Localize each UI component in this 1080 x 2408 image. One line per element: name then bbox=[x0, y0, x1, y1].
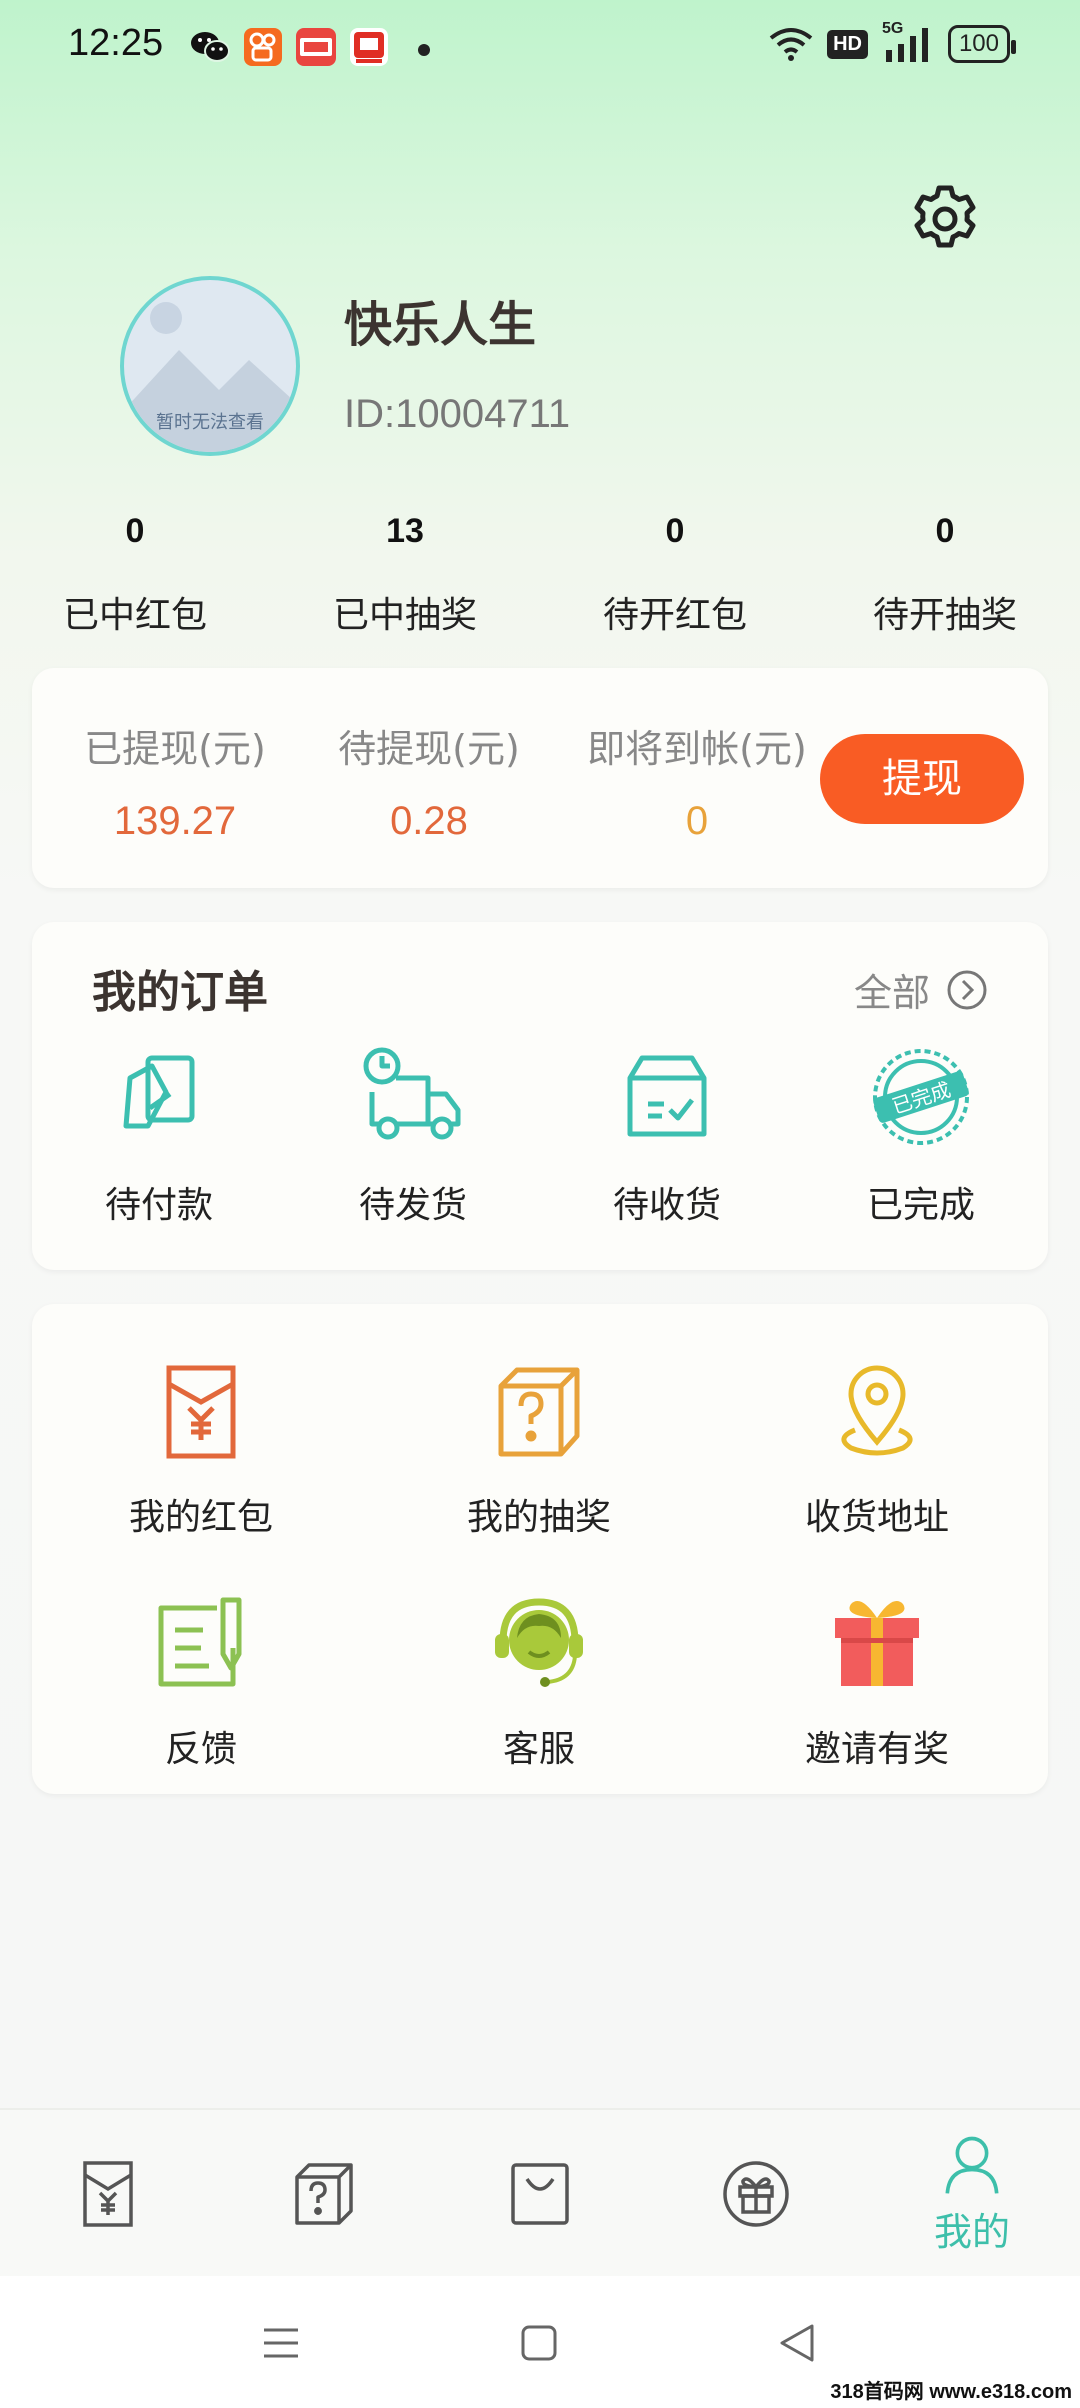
wallet-label: 已提现(元) bbox=[84, 727, 266, 771]
payment-card-icon bbox=[123, 1055, 195, 1129]
status-indicators: HD 5G 100 bbox=[769, 20, 1017, 64]
tab-lottery[interactable] bbox=[216, 2110, 432, 2278]
service-invite-rewards[interactable]: 邀请有奖 bbox=[708, 1594, 1046, 1772]
pending-withdraw-amount: 待提现(元) 0.28 bbox=[304, 718, 554, 844]
tab-bar: 我的 bbox=[0, 2108, 1080, 2276]
order-label: 待付款 bbox=[104, 1185, 213, 1226]
mystery-box-icon bbox=[498, 1367, 580, 1457]
menu-icon[interactable] bbox=[246, 2308, 316, 2378]
tab-profile[interactable]: 我的 bbox=[864, 2110, 1080, 2278]
notification-dot bbox=[418, 44, 430, 56]
gift-icon bbox=[835, 1601, 919, 1686]
service-label: 反馈 bbox=[164, 1729, 237, 1770]
red-envelope-icon bbox=[166, 1365, 236, 1459]
battery-indicator: 100 bbox=[947, 25, 1017, 63]
order-pending-payment[interactable]: 待付款 bbox=[32, 1042, 286, 1228]
settings-gear-icon[interactable] bbox=[908, 182, 982, 256]
pinduoduo-icon bbox=[350, 28, 388, 66]
orders-view-all[interactable]: 全部 bbox=[854, 962, 988, 1017]
order-label: 待发货 bbox=[358, 1185, 467, 1226]
stat-label: 待开抽奖 bbox=[872, 595, 1017, 636]
service-label: 收货地址 bbox=[804, 1497, 949, 1538]
wechat-icon bbox=[191, 32, 230, 62]
stat-won-red-packets[interactable]: 0 已中红包 bbox=[0, 512, 270, 642]
package-box-icon bbox=[627, 1055, 707, 1137]
back-triangle-icon[interactable] bbox=[762, 2308, 832, 2378]
delivery-truck-icon bbox=[363, 1047, 461, 1140]
mystery-box-tab-icon bbox=[295, 2163, 353, 2225]
orders-all-label: 全部 bbox=[854, 971, 931, 1015]
stat-pending-red-packets[interactable]: 0 待开红包 bbox=[540, 512, 810, 642]
withdraw-button[interactable]: 提现 bbox=[820, 734, 1024, 824]
order-label: 待收货 bbox=[612, 1185, 721, 1226]
service-label: 邀请有奖 bbox=[804, 1729, 949, 1770]
gift-tab-icon bbox=[723, 2161, 789, 2227]
hd-badge: HD bbox=[827, 29, 868, 59]
order-completed[interactable]: 已完成 已完成 bbox=[794, 1042, 1048, 1228]
service-shipping-address[interactable]: 收货地址 bbox=[708, 1362, 1046, 1540]
avatar[interactable]: 暂时无法查看 bbox=[120, 276, 300, 456]
user-id: ID:10004711 bbox=[344, 392, 571, 436]
location-pin-icon bbox=[841, 1365, 913, 1456]
status-bar: 12:25 HD 5G 100 bbox=[0, 0, 1080, 100]
toutiao-icon bbox=[296, 28, 336, 66]
stat-value: 0 bbox=[935, 512, 955, 550]
stat-value: 0 bbox=[665, 512, 685, 550]
wallet-label: 即将到帐(元) bbox=[587, 727, 807, 771]
avatar-placeholder-text: 暂时无法查看 bbox=[156, 412, 264, 433]
profile-tab-icon bbox=[945, 2136, 999, 2194]
tab-red-packets[interactable] bbox=[0, 2110, 216, 2278]
orders-card: 我的订单 全部 待付款 待发货 待收货 已完成 已完成 bbox=[32, 922, 1048, 1270]
signal-icon: 5G bbox=[882, 20, 934, 64]
wallet-value: 0.28 bbox=[390, 799, 468, 843]
wallet-value: 0 bbox=[685, 799, 709, 843]
wallet-card: 已提现(元) 139.27 待提现(元) 0.28 即将到帐(元) 0 提现 bbox=[32, 668, 1048, 888]
service-label: 客服 bbox=[502, 1729, 575, 1770]
system-navigation-bar: 318首码网 www.e318.com bbox=[0, 2276, 1080, 2408]
stat-value: 0 bbox=[125, 512, 145, 550]
service-my-lottery[interactable]: 我的抽奖 bbox=[370, 1362, 708, 1540]
service-label: 我的红包 bbox=[128, 1497, 273, 1538]
order-pending-receipt[interactable]: 待收货 bbox=[540, 1042, 794, 1228]
tab-gifts[interactable] bbox=[648, 2110, 864, 2278]
feedback-note-icon bbox=[158, 1597, 242, 1687]
stats-row: 0 已中红包 13 已中抽奖 0 待开红包 0 待开抽奖 bbox=[0, 512, 1080, 642]
tab-label: 我的 bbox=[933, 2209, 1010, 2254]
order-pending-shipment[interactable]: 待发货 bbox=[286, 1042, 540, 1228]
network-type: 5G bbox=[881, 20, 904, 37]
wifi-icon bbox=[769, 28, 813, 61]
orders-title: 我的订单 bbox=[92, 967, 268, 1018]
username: 快乐人生 bbox=[344, 297, 537, 353]
chevron-right-circle-icon bbox=[947, 970, 987, 1009]
watermark-text: 318首码网 www.e318.com bbox=[830, 2381, 1072, 2403]
stat-label: 已中红包 bbox=[62, 595, 207, 636]
service-customer-service[interactable]: 客服 bbox=[370, 1594, 708, 1772]
shopping-bag-tab-icon bbox=[511, 2163, 569, 2225]
customer-service-icon bbox=[495, 1598, 583, 1687]
service-feedback[interactable]: 反馈 bbox=[32, 1594, 370, 1772]
completed-stamp-icon: 已完成 bbox=[873, 1049, 969, 1145]
service-label: 我的抽奖 bbox=[466, 1497, 611, 1538]
tab-shop[interactable] bbox=[432, 2110, 648, 2278]
home-square-icon[interactable] bbox=[504, 2308, 574, 2378]
services-card: 我的红包 我的抽奖 收货地址 反馈 客服 邀请有奖 bbox=[32, 1304, 1048, 1794]
wallet-label: 待提现(元) bbox=[338, 727, 520, 771]
wallet-value: 139.27 bbox=[113, 799, 237, 843]
incoming-amount: 即将到帐(元) 0 bbox=[552, 718, 842, 844]
status-time: 12:25 bbox=[68, 22, 164, 64]
stat-won-lottery[interactable]: 13 已中抽奖 bbox=[270, 512, 540, 642]
service-my-red-packets[interactable]: 我的红包 bbox=[32, 1362, 370, 1540]
stat-label: 已中抽奖 bbox=[332, 595, 477, 636]
withdrawn-amount: 已提现(元) 139.27 bbox=[50, 718, 300, 844]
kuaishou-icon bbox=[244, 28, 282, 66]
order-label: 已完成 bbox=[866, 1185, 975, 1226]
stat-label: 待开红包 bbox=[602, 595, 747, 636]
red-envelope-tab-icon bbox=[83, 2161, 133, 2227]
stat-pending-lottery[interactable]: 0 待开抽奖 bbox=[810, 512, 1080, 642]
stat-value: 13 bbox=[386, 512, 424, 550]
